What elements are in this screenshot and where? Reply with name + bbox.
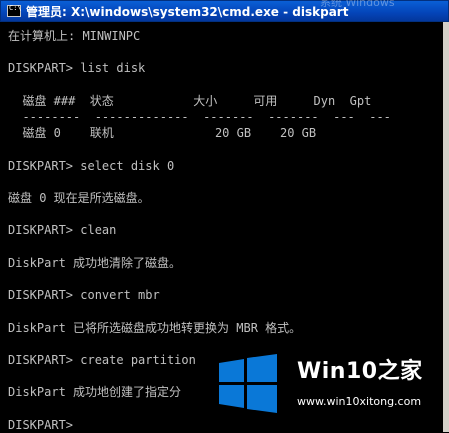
console-line: DISKPART> [8,417,74,432]
console-line: 磁盘 0 联机 20 GB 20 GB [8,126,317,141]
watermark-url: www.win10xitong.com [297,395,422,408]
console-line: DISKPART> create partition [8,353,196,367]
windows-logo-icon [219,354,277,413]
console-line: DISKPART> list disk [8,61,146,76]
console-line: 磁盘 ### 状态 大小 可用 Dyn Gpt [8,93,372,108]
background-window-title: 系统 Windows [320,0,395,9]
console-line: -------- ------------- ------- ------- -… [8,110,391,124]
window-title: 管理员: X:\windows\system32\cmd.exe - diskp… [26,5,349,19]
console-line: DISKPART> convert mbr [8,288,160,303]
console-line: DISKPART> clean [8,223,117,238]
console-line: DISKPART> select disk 0 [8,158,175,173]
console-line: DiskPart 成功地创建了指定分 [8,385,182,400]
console-line: 磁盘 0 现在是所选磁盘。 [8,191,150,205]
watermark-logo: Win10之家 www.win10xitong.com [205,333,445,428]
console-line: DiskPart 成功地清除了磁盘。 [8,255,182,270]
cmd-icon [7,4,22,17]
watermark-brand: Win10之家 [297,359,423,384]
console-line: 在计算机上: MINWINPC [8,29,141,43]
